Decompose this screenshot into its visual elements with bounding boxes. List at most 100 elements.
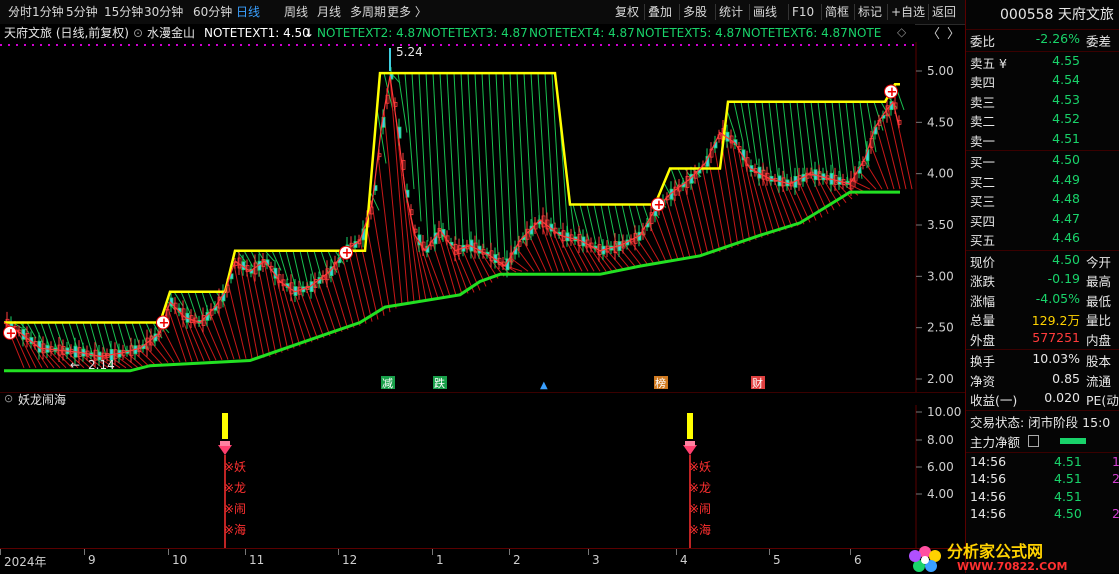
yaolong-signal-1: ※妖 ※龙 ※闹 ※海 — [218, 413, 246, 548]
main-net-label: 主力净额 — [970, 434, 1021, 450]
indicator-row: 天府文旅 (日线,前复权) ⊙ 水漫金山 NOTETEXT1: 4.50 ↓ NOT… — [0, 24, 915, 42]
candlestick-chart[interactable]: 5.00 4.50 4.00 3.50 3.00 2.50 2.00 5.24 ← 2.14 + + +… — [0, 42, 965, 392]
toolbar-button-9[interactable]: 返回 — [932, 0, 956, 24]
stat-row-value: 10.03% — [1032, 351, 1080, 366]
toolbar-button-5[interactable]: F10 — [792, 0, 814, 24]
indicator-value-2: NOTETEXT2: 4.87 — [317, 26, 423, 40]
svg-text:+: + — [159, 316, 170, 331]
tick-time: 14:56 — [970, 471, 1007, 486]
buy-signal-icon[interactable]: + — [3, 325, 17, 341]
toolbar-button-6[interactable]: 简框 — [825, 0, 849, 24]
tick-price: 4.51 — [1054, 488, 1082, 504]
buy-signal-icon[interactable]: + — [339, 245, 353, 261]
toolbar-button-7[interactable]: 标记 — [858, 0, 882, 24]
period-tab-8[interactable]: 月线 — [317, 0, 341, 24]
date-tick — [769, 549, 770, 555]
tick-time: 14:56 — [970, 506, 1007, 521]
signal-text: ※闹 — [689, 502, 711, 516]
sub-indicator-chart[interactable]: 10.00 8.00 6.00 4.00 ※妖 ※龙 ※闹 ※海 ※妖 ※龙 ※闹 ※海 — [0, 405, 965, 548]
tick-row: 14:56 4.51 — [966, 489, 1119, 508]
scroll-left-button[interactable]: 〈 — [927, 23, 940, 42]
period-tab-10[interactable]: 更多 〉 — [387, 0, 427, 24]
ask-row-label: 卖四 — [970, 75, 996, 90]
price-tick-label: 3.00 — [927, 269, 954, 283]
divider — [966, 349, 1119, 350]
bid-row-value: 4.50 — [1052, 152, 1080, 167]
period-tab-2[interactable]: 5分钟 — [66, 0, 98, 24]
quote-row-value: -0.19 — [1047, 271, 1080, 286]
diamond-icon — [218, 445, 232, 455]
stat-row: 收益(一) 0.020 PE(动 — [966, 390, 1119, 409]
indicator-settings-icon[interactable]: ◇ — [897, 25, 906, 39]
period-tab-5[interactable]: 60分钟 — [193, 0, 232, 24]
indicator-name[interactable]: 水漫金山 — [147, 24, 195, 42]
tick-price: 4.51 — [1054, 471, 1082, 486]
quote-row: 涨跌 -0.19 最高 — [966, 271, 1119, 290]
toolbar-button-1[interactable]: 叠加 — [648, 0, 672, 24]
divider — [966, 150, 1119, 151]
bid-row-value: 4.49 — [1052, 171, 1080, 187]
stat-row: 换手 10.03% 股本 — [966, 351, 1119, 370]
date-label: 10 — [172, 553, 188, 567]
period-tab-6[interactable]: 日线 — [236, 0, 260, 24]
scroll-right-button[interactable]: 〉 — [947, 23, 960, 42]
low-price-note: 2.14 — [88, 358, 115, 372]
buy-signal-icon[interactable]: + — [156, 315, 170, 331]
quote-row: 总量 129.2万 量比 — [966, 310, 1119, 329]
bid-row-label: 买一 — [970, 155, 996, 170]
signal-text: ※海 — [224, 522, 246, 537]
period-tab-1[interactable]: 1分钟 — [32, 0, 64, 24]
price-tick-label: 4.00 — [927, 167, 954, 181]
buy-signal-icon[interactable]: + — [884, 84, 898, 100]
indicator-value-6: NOTETEXT6: 4.87 — [742, 26, 848, 40]
date-tick — [0, 549, 1, 555]
quote-row: 涨幅 -4.05% 最低 — [966, 291, 1119, 310]
tick-time: 14:56 — [970, 453, 1007, 469]
bid-row: 买一 4.50 — [966, 152, 1119, 171]
toolbar-button-4[interactable]: 画线 — [753, 0, 777, 24]
quote-row-extra: 最高 — [1086, 274, 1112, 289]
svg-text:+: + — [887, 85, 898, 100]
period-tab-7[interactable]: 周线 — [284, 0, 308, 24]
toolbar-button-8[interactable]: +自选 — [891, 0, 925, 24]
toolbar-button-2[interactable]: 多股 — [683, 0, 707, 24]
sub-tick-label: 6.00 — [927, 460, 954, 474]
quote-row-extra: 内盘 — [1086, 332, 1112, 348]
divider — [966, 409, 1119, 411]
signal-marker-label: 榜 — [655, 376, 666, 390]
small-triangle-icon: ▲ — [540, 380, 548, 391]
buy-signal-icon[interactable]: + — [651, 197, 665, 213]
toolbar-button-0[interactable]: 复权 — [615, 0, 639, 24]
main-net-row[interactable]: 主力净额 — [966, 432, 1119, 451]
date-label: 5 — [773, 553, 781, 567]
divider — [966, 451, 1119, 453]
net-flow-bar — [1060, 437, 1086, 444]
signal-text: ※妖 — [224, 460, 246, 474]
weibi-row-label: 委比 — [970, 34, 996, 49]
stock-code-name: 000558 天府文旅 — [1000, 7, 1114, 23]
date-label: 11 — [249, 553, 265, 567]
indicator-value-1: NOTETEXT1: 4.50 — [204, 26, 310, 40]
ask-row: 卖四 4.54 — [966, 72, 1119, 91]
list-icon[interactable] — [1028, 434, 1039, 447]
tick-volume: 1 — [1112, 453, 1119, 469]
indicator-dropdown-icon[interactable]: ⊙ — [133, 24, 143, 42]
ask-row: 卖三 4.53 — [966, 92, 1119, 111]
bid-row-value: 4.46 — [1052, 230, 1080, 245]
indicator-value-7: NOTE — [848, 26, 882, 40]
period-tab-3[interactable]: 15分钟 — [104, 0, 143, 24]
date-label: 9 — [88, 553, 96, 567]
date-tick — [245, 549, 246, 555]
collapse-left-icon[interactable]: 〈 — [6, 0, 18, 24]
stat-row-extra: 股本 — [1086, 354, 1112, 369]
sub-indicator-dropdown-icon[interactable]: ⊙ — [4, 392, 13, 405]
date-tick — [588, 549, 589, 555]
period-tab-4[interactable]: 30分钟 — [144, 0, 183, 24]
period-tab-9[interactable]: 多周期 — [350, 0, 386, 24]
toolbar-button-3[interactable]: 统计 — [719, 0, 743, 24]
tick-row: 14:56 4.51 2 — [966, 471, 1119, 490]
tick-price: 4.50 — [1054, 506, 1082, 521]
quote-row-value: -4.05% — [1035, 290, 1080, 306]
quote-row: 外盘 577251 内盘 — [966, 330, 1119, 349]
quote-panel: 000558 天府文旅 委比 -2.26% 委差 卖五 ¥ 4.55 卖四 4.54 卖三 4.5… — [965, 0, 1119, 573]
